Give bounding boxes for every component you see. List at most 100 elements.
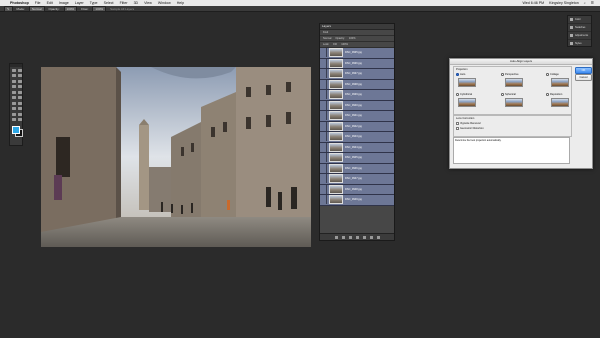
pen-tool-icon[interactable] [12,107,16,110]
blur-tool-icon[interactable] [12,101,16,105]
new-layer-icon[interactable] [369,235,373,239]
dodge-tool-icon[interactable] [18,101,22,105]
eyedropper-tool-icon[interactable] [18,79,22,83]
list-icon[interactable]: ☰ [591,1,594,5]
perspective-preview-thumbnail[interactable] [505,78,523,87]
user-name[interactable]: Kingsley Singleton [549,1,579,5]
menu-view[interactable]: View [144,1,152,5]
panel-styles[interactable]: Styles [568,40,591,48]
menu-select[interactable]: Select [104,1,114,5]
history-brush-tool-icon[interactable] [18,90,22,94]
menu-window[interactable]: Window [158,1,171,5]
radio-perspective[interactable] [501,73,504,76]
radio-cylindrical[interactable] [456,93,459,96]
layer-row[interactable]: DSC_0947.jpg [320,174,394,185]
layer-row[interactable]: DSC_0936.jpg [320,58,394,69]
menu-layer[interactable]: Layer [75,1,84,5]
layer-row[interactable]: DSC_0948.jpg [320,184,394,195]
visibility-eye-icon[interactable] [320,111,327,121]
menu-edit[interactable]: Edit [47,1,53,5]
visibility-eye-icon[interactable] [320,58,327,68]
menu-file[interactable]: File [35,1,41,5]
visibility-eye-icon[interactable] [320,100,327,110]
layer-row[interactable]: DSC_0940.jpg [320,100,394,111]
spherical-preview-thumbnail[interactable] [505,98,523,107]
layer-row[interactable]: DSC_0935.jpg [320,48,394,59]
visibility-eye-icon[interactable] [320,69,327,79]
trash-icon[interactable] [376,235,380,239]
visibility-eye-icon[interactable] [320,142,327,152]
blend-mode-select[interactable]: Normal [323,36,331,41]
layer-row[interactable]: DSC_0944.jpg [320,142,394,153]
quick-select-tool-icon[interactable] [18,74,22,77]
panel-swatches[interactable]: Swatches [568,24,591,32]
visibility-eye-icon[interactable] [320,132,327,142]
ok-button[interactable]: OK [575,67,592,74]
zoom-tool-icon[interactable] [18,118,22,121]
visibility-eye-icon[interactable] [320,195,327,205]
distortion-checkbox[interactable] [456,127,459,130]
vignette-checkbox[interactable] [456,122,459,125]
opacity-input[interactable]: 100% [63,5,78,12]
fill-input[interactable]: 100% [341,42,348,47]
folder-icon[interactable] [362,235,366,239]
document-canvas[interactable] [41,67,311,247]
layer-row[interactable]: DSC_0941.jpg [320,111,394,122]
move-tool-icon[interactable] [12,68,16,72]
marquee-tool-icon[interactable] [18,68,22,72]
search-icon[interactable]: ⌕ [584,1,586,5]
layer-row[interactable]: DSC_0942.jpg [320,121,394,132]
visibility-eye-icon[interactable] [320,121,327,131]
hand-tool-icon[interactable] [12,118,16,121]
radio-collage[interactable] [546,73,549,76]
lasso-tool-icon[interactable] [12,74,16,77]
panel-color[interactable]: Color [568,16,591,24]
visibility-eye-icon[interactable] [320,48,327,58]
menu-app-name[interactable]: Photoshop [10,1,29,5]
menu-type[interactable]: Type [90,1,98,5]
layer-row[interactable]: DSC_0945.jpg [320,153,394,164]
sample-all-layers[interactable]: Sample All Layers [110,7,134,11]
visibility-eye-icon[interactable] [320,174,327,184]
menu-image[interactable]: Image [59,1,69,5]
layer-row[interactable]: DSC_0943.jpg [320,132,394,143]
layer-row[interactable]: DSC_0946.jpg [320,163,394,174]
eraser-tool-icon[interactable] [12,96,16,99]
visibility-eye-icon[interactable] [320,90,327,100]
visibility-eye-icon[interactable] [320,163,327,173]
adjustment-icon[interactable] [355,235,359,239]
layer-row[interactable]: DSC_0938.jpg [320,79,394,90]
mask-icon[interactable] [348,235,352,239]
visibility-eye-icon[interactable] [320,79,327,89]
path-select-tool-icon[interactable] [12,112,16,116]
cancel-button[interactable]: Cancel [575,74,592,81]
clone-stamp-tool-icon[interactable] [12,90,16,94]
mode-select[interactable]: Normal [28,5,45,12]
brush-tool-icon[interactable]: ✎ [4,5,13,12]
clock[interactable]: Wed 6:46 PM [522,1,544,5]
layer-row[interactable]: DSC_0949.jpg [320,195,394,206]
brush-tool-icon[interactable] [18,85,22,88]
tools-panel-header[interactable] [10,64,22,67]
radio-reposition[interactable] [546,93,549,96]
layer-opacity-input[interactable]: 100% [349,36,356,41]
kind-filter[interactable]: Kind [323,30,328,35]
shape-tool-icon[interactable] [18,112,22,116]
menu-help[interactable]: Help [177,1,184,5]
fx-icon[interactable] [341,235,345,239]
layer-row[interactable]: DSC_0937.jpg [320,69,394,80]
layer-row[interactable]: DSC_0939.jpg [320,90,394,101]
visibility-eye-icon[interactable] [320,153,327,163]
auto-preview-thumbnail[interactable] [458,78,476,87]
menu-3d[interactable]: 3D [134,1,139,5]
visibility-eye-icon[interactable] [320,184,327,194]
radio-auto[interactable] [456,73,459,76]
cylindrical-preview-thumbnail[interactable] [458,98,476,107]
reposition-preview-thumbnail[interactable] [551,98,569,107]
crop-tool-icon[interactable] [12,79,16,83]
healing-tool-icon[interactable] [12,85,16,88]
type-tool-icon[interactable] [18,107,22,110]
panel-adjustments[interactable]: Adjustments [568,32,591,40]
menu-filter[interactable]: Filter [120,1,128,5]
dialog-title[interactable]: Auto-Align Layers [450,59,592,65]
